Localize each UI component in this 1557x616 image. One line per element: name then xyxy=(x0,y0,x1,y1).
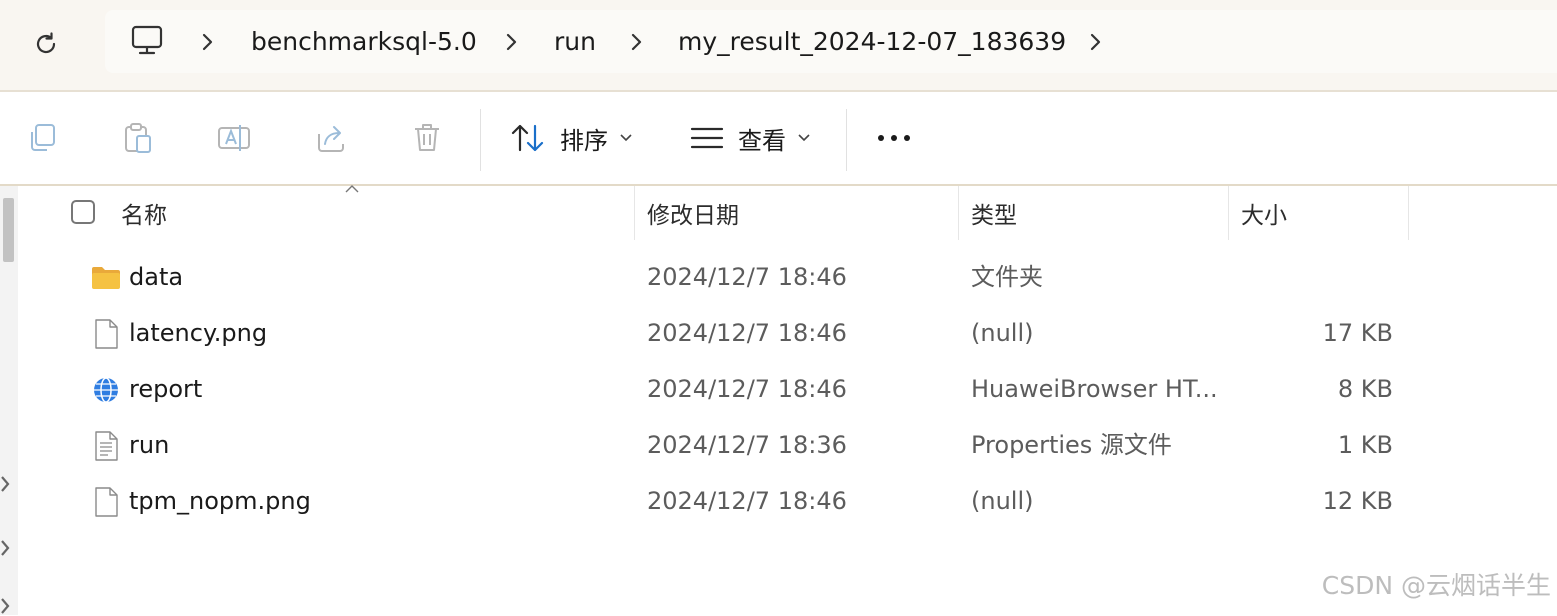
column-divider[interactable] xyxy=(1228,186,1229,240)
file-modified: 2024/12/7 18:46 xyxy=(647,487,847,515)
toolbar-divider xyxy=(846,109,847,171)
file-row[interactable]: report 2024/12/7 18:46 HuaweiBrowser HT.… xyxy=(40,362,1410,418)
scrollbar-thumb[interactable] xyxy=(3,198,14,262)
column-header-name-label: 名称 xyxy=(121,203,167,229)
file-row[interactable]: run 2024/12/7 18:36 Properties 源文件 1 KB xyxy=(40,418,1410,474)
breadcrumb-chevron-icon[interactable] xyxy=(201,32,215,52)
refresh-button[interactable] xyxy=(26,24,66,64)
sort-button[interactable]: 排序 xyxy=(510,116,632,160)
file-name: data xyxy=(129,263,184,291)
column-header-modified[interactable]: 修改日期 xyxy=(647,186,952,240)
copy-icon[interactable] xyxy=(25,120,61,156)
file-size: 8 KB xyxy=(1337,375,1393,403)
column-header-type[interactable]: 类型 xyxy=(971,186,1221,240)
file-name: tpm_nopm.png xyxy=(129,487,311,515)
file-row[interactable]: tpm_nopm.png 2024/12/7 18:46 (null) 12 K… xyxy=(40,474,1410,530)
column-header-type-label: 类型 xyxy=(971,203,1017,229)
delete-icon[interactable] xyxy=(409,120,445,156)
more-options-button[interactable] xyxy=(876,116,912,160)
command-bar: 排序 查看 xyxy=(0,92,1557,184)
file-type: (null) xyxy=(971,487,1034,515)
file-name: report xyxy=(129,375,203,403)
expand-chevron-icon[interactable] xyxy=(0,596,10,616)
file-modified: 2024/12/7 18:46 xyxy=(647,263,847,291)
breadcrumb-item-benchmarksql[interactable]: benchmarksql-5.0 xyxy=(251,26,477,58)
chevron-down-icon xyxy=(798,134,810,142)
sort-label: 排序 xyxy=(560,126,608,155)
column-divider[interactable] xyxy=(1408,186,1409,240)
folder-icon xyxy=(92,267,120,289)
chevron-down-icon xyxy=(620,134,632,142)
expand-chevron-icon[interactable] xyxy=(0,474,10,494)
breadcrumb-item-run[interactable]: run xyxy=(554,26,596,58)
paste-icon[interactable] xyxy=(120,120,156,156)
file-icon xyxy=(95,487,118,517)
file-size: 1 KB xyxy=(1337,431,1393,459)
file-row[interactable]: latency.png 2024/12/7 18:46 (null) 17 KB xyxy=(40,306,1410,362)
watermark: CSDN @云烟话半生 xyxy=(1321,571,1551,600)
breadcrumb-chevron-icon[interactable] xyxy=(505,32,519,52)
view-button[interactable]: 查看 xyxy=(690,116,810,160)
breadcrumb-chevron-icon[interactable] xyxy=(630,32,644,52)
file-type: Properties 源文件 xyxy=(971,431,1172,459)
expand-chevron-icon[interactable] xyxy=(0,538,10,558)
column-divider[interactable] xyxy=(634,186,635,240)
file-modified: 2024/12/7 18:46 xyxy=(647,375,847,403)
file-size: 17 KB xyxy=(1322,319,1393,347)
refresh-icon xyxy=(36,32,56,54)
browser-icon xyxy=(94,377,118,403)
column-header-size-label: 大小 xyxy=(1241,203,1287,229)
view-label: 查看 xyxy=(738,126,786,155)
file-type: 文件夹 xyxy=(971,263,1043,291)
breadcrumb-item-my-result[interactable]: my_result_2024-12-07_183639 xyxy=(678,26,1066,58)
toolbar-divider xyxy=(480,109,481,171)
file-row[interactable]: data 2024/12/7 18:46 文件夹 xyxy=(40,250,1410,306)
more-icon xyxy=(878,135,910,141)
breadcrumb-chevron-icon[interactable] xyxy=(1089,32,1103,52)
rename-icon[interactable] xyxy=(216,120,252,156)
column-header-name[interactable]: 名称 xyxy=(121,186,631,240)
select-all-checkbox[interactable] xyxy=(71,200,95,224)
view-icon xyxy=(690,127,724,149)
column-header-modified-label: 修改日期 xyxy=(647,203,739,229)
column-header-size[interactable]: 大小 xyxy=(1241,186,1401,240)
text-file-icon xyxy=(95,431,118,461)
file-type: (null) xyxy=(971,319,1034,347)
share-icon[interactable] xyxy=(313,120,349,156)
file-modified: 2024/12/7 18:36 xyxy=(647,431,847,459)
file-name: latency.png xyxy=(129,319,268,347)
column-divider[interactable] xyxy=(958,186,959,240)
file-modified: 2024/12/7 18:46 xyxy=(647,319,847,347)
file-name: run xyxy=(129,431,170,459)
file-icon xyxy=(95,319,118,349)
computer-icon[interactable] xyxy=(130,24,164,58)
file-type: HuaweiBrowser HT... xyxy=(971,375,1218,403)
sort-icon xyxy=(511,124,544,152)
file-size: 12 KB xyxy=(1322,487,1393,515)
